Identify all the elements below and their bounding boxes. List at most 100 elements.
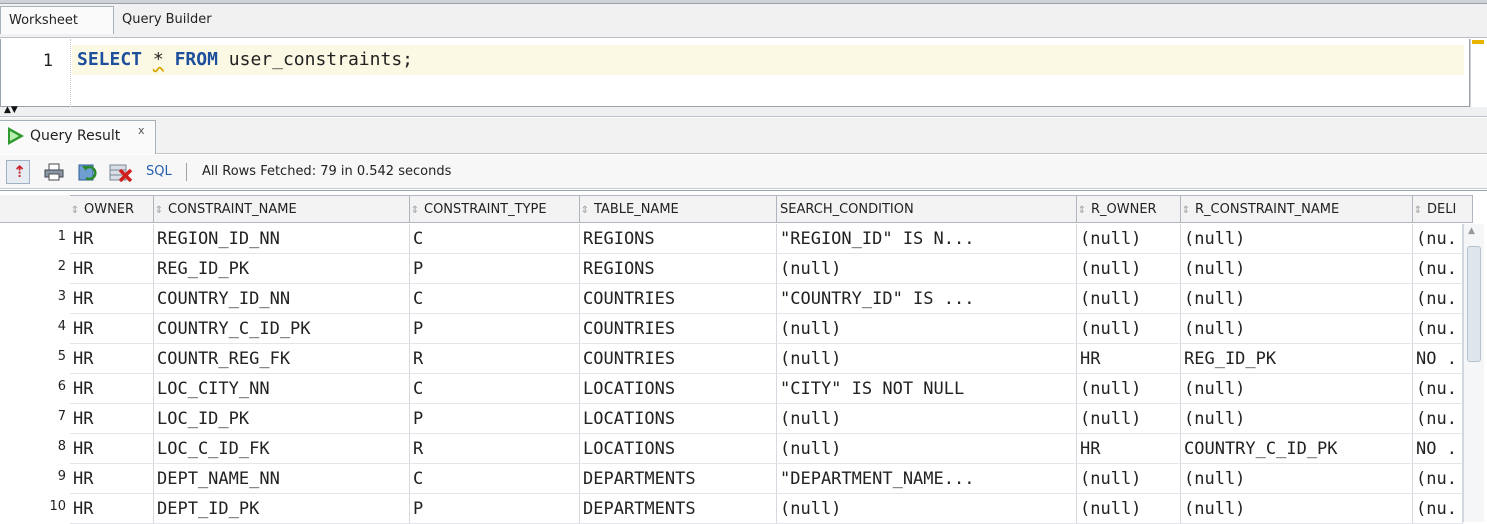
panel-splitter[interactable] [0, 107, 1487, 117]
table-cell[interactable]: "DEPARTMENT_NAME... [777, 464, 1077, 494]
table-cell[interactable]: C [410, 224, 580, 254]
sort-icon[interactable]: ⇕ [580, 197, 590, 222]
table-cell[interactable]: LOCATIONS [580, 374, 777, 404]
editor-scrollbar[interactable] [1470, 39, 1487, 107]
tab-query-builder[interactable]: Query Builder [114, 6, 234, 34]
row-number[interactable]: 2 [0, 254, 66, 284]
table-cell[interactable]: COUNTRIES [580, 344, 777, 374]
table-cell[interactable]: HR [1077, 434, 1181, 464]
table-cell[interactable]: DEPT_NAME_NN [154, 464, 410, 494]
delete-icon[interactable] [109, 162, 133, 182]
table-cell[interactable]: (null) [1077, 404, 1181, 434]
table-cell[interactable]: LOCATIONS [580, 404, 777, 434]
table-cell[interactable]: (null) [1077, 254, 1181, 284]
table-cell[interactable]: REGIONS [580, 224, 777, 254]
table-cell[interactable]: (nu. [1413, 254, 1463, 284]
table-cell[interactable]: HR [70, 254, 154, 284]
column-header-search-condition[interactable]: SEARCH_CONDITION [777, 195, 1077, 223]
table-cell[interactable]: (null) [1181, 254, 1413, 284]
column-header-constraint-type[interactable]: ⇕ CONSTRAINT_TYPE [410, 195, 580, 223]
column-header-deli[interactable]: ⇕ DELI [1413, 195, 1473, 223]
table-cell[interactable]: (null) [1077, 284, 1181, 314]
row-number[interactable]: 7 [0, 404, 66, 434]
table-cell[interactable]: R [410, 344, 580, 374]
table-cell[interactable]: REG_ID_PK [1181, 344, 1413, 374]
table-cell[interactable]: HR [70, 374, 154, 404]
table-cell[interactable]: (nu. [1413, 284, 1463, 314]
sort-icon[interactable]: ⇕ [410, 197, 420, 222]
table-cell[interactable]: (nu. [1413, 374, 1463, 404]
table-cell[interactable]: LOC_CITY_NN [154, 374, 410, 404]
table-cell[interactable]: HR [70, 314, 154, 344]
table-cell[interactable]: (null) [777, 434, 1077, 464]
table-cell[interactable]: C [410, 284, 580, 314]
table-cell[interactable]: C [410, 374, 580, 404]
sql-statement[interactable]: SELECT * FROM user_constraints; [77, 49, 413, 70]
table-cell[interactable]: "REGION_ID" IS N... [777, 224, 1077, 254]
table-cell[interactable]: DEPT_ID_PK [154, 494, 410, 524]
table-cell[interactable]: (null) [777, 254, 1077, 284]
close-icon[interactable]: x [138, 124, 145, 137]
table-cell[interactable]: COUNTRIES [580, 314, 777, 344]
sort-icon[interactable]: ⇕ [1413, 197, 1423, 222]
row-number[interactable]: 3 [0, 284, 66, 314]
row-number[interactable]: 4 [0, 314, 66, 344]
row-number[interactable]: 1 [0, 224, 66, 254]
table-cell[interactable]: COUNTR_REG_FK [154, 344, 410, 374]
row-number[interactable]: 6 [0, 374, 66, 404]
table-cell[interactable]: (null) [1077, 494, 1181, 524]
table-cell[interactable]: (null) [1181, 464, 1413, 494]
table-cell[interactable]: (nu. [1413, 314, 1463, 344]
table-cell[interactable]: R [410, 434, 580, 464]
table-cell[interactable]: NO . [1413, 434, 1463, 464]
table-cell[interactable]: LOC_ID_PK [154, 404, 410, 434]
sort-icon[interactable]: ⇕ [154, 197, 164, 222]
row-number[interactable]: 5 [0, 344, 66, 374]
table-cell[interactable]: HR [70, 434, 154, 464]
table-cell[interactable]: (nu. [1413, 224, 1463, 254]
table-cell[interactable]: REGION_ID_NN [154, 224, 410, 254]
splitter-arrows-icon[interactable]: ▲▼ [4, 106, 18, 115]
table-cell[interactable]: DEPARTMENTS [580, 464, 777, 494]
table-cell[interactable]: HR [70, 344, 154, 374]
table-cell[interactable]: (null) [1181, 404, 1413, 434]
sort-icon[interactable]: ⇕ [1077, 197, 1087, 222]
column-header-r-owner[interactable]: ⇕ R_OWNER [1077, 195, 1181, 223]
table-cell[interactable]: C [410, 464, 580, 494]
refresh-icon[interactable] [78, 162, 100, 182]
table-cell[interactable]: P [410, 404, 580, 434]
print-icon[interactable] [44, 163, 64, 181]
table-cell[interactable]: (null) [1181, 224, 1413, 254]
table-cell[interactable]: HR [70, 404, 154, 434]
table-cell[interactable]: (null) [1077, 374, 1181, 404]
table-cell[interactable]: REG_ID_PK [154, 254, 410, 284]
table-cell[interactable]: COUNTRIES [580, 284, 777, 314]
row-number[interactable]: 8 [0, 434, 66, 464]
table-cell[interactable]: "COUNTRY_ID" IS ... [777, 284, 1077, 314]
table-cell[interactable]: HR [70, 284, 154, 314]
tab-worksheet[interactable]: Worksheet [0, 6, 114, 34]
column-header-table-name[interactable]: ⇕ TABLE_NAME [580, 195, 777, 223]
table-cell[interactable]: (null) [1077, 224, 1181, 254]
table-cell[interactable]: (nu. [1413, 464, 1463, 494]
table-cell[interactable]: NO . [1413, 344, 1463, 374]
scrollbar-thumb[interactable] [1467, 246, 1481, 362]
table-cell[interactable]: (nu. [1413, 404, 1463, 434]
table-cell[interactable]: (null) [1181, 374, 1413, 404]
table-cell[interactable]: (null) [777, 314, 1077, 344]
column-header-constraint-name[interactable]: ⇕ CONSTRAINT_NAME [154, 195, 410, 223]
table-cell[interactable]: (null) [1181, 494, 1413, 524]
table-cell[interactable]: REGIONS [580, 254, 777, 284]
table-cell[interactable]: COUNTRY_C_ID_PK [154, 314, 410, 344]
table-cell[interactable]: (null) [1077, 314, 1181, 344]
table-cell[interactable]: (null) [777, 404, 1077, 434]
sort-icon[interactable]: ⇕ [70, 197, 80, 222]
table-cell[interactable]: "CITY" IS NOT NULL [777, 374, 1077, 404]
column-header-r-constraint-name[interactable]: ⇕ R_CONSTRAINT_NAME [1181, 195, 1413, 223]
table-cell[interactable]: P [410, 494, 580, 524]
table-cell[interactable]: LOC_C_ID_FK [154, 434, 410, 464]
sql-editor[interactable]: 1 SELECT * FROM user_constraints; [0, 39, 1470, 107]
table-cell[interactable]: (null) [1181, 284, 1413, 314]
row-number[interactable]: 9 [0, 464, 66, 494]
table-cell[interactable]: (null) [1181, 314, 1413, 344]
